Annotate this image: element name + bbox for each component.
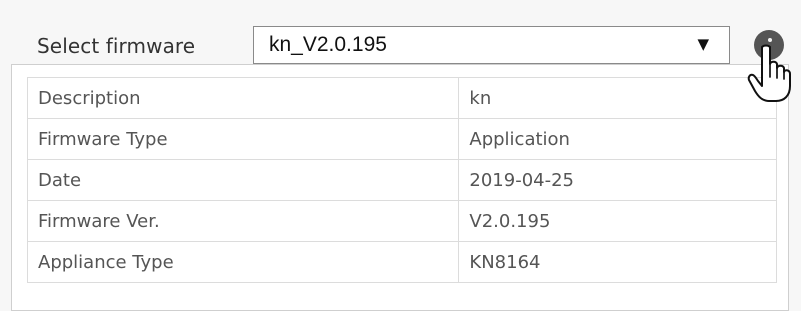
detail-value-date: 2019-04-25 (458, 159, 777, 201)
detail-value-firmware-type: Application (458, 118, 777, 160)
detail-value-appliance-type: KN8164 (458, 241, 777, 283)
info-icon[interactable] (754, 30, 784, 60)
detail-key-firmware-ver: Firmware Ver. (26, 200, 460, 242)
firmware-details-popup: Description kn Firmware Type Application… (11, 64, 789, 311)
detail-value-firmware-ver: V2.0.195 (458, 200, 777, 242)
detail-value-description: kn (458, 77, 777, 119)
detail-key-firmware-type: Firmware Type (26, 118, 460, 160)
firmware-details-table: Description kn Firmware Type Application… (26, 77, 777, 283)
detail-key-description: Description (26, 77, 460, 119)
table-row: Appliance Type KN8164 (26, 241, 777, 283)
firmware-select[interactable]: kn_V2.0.195 ▼ (253, 26, 730, 64)
table-row: Firmware Ver. V2.0.195 (26, 200, 777, 242)
detail-key-date: Date (26, 159, 460, 201)
table-row: Date 2019-04-25 (26, 159, 777, 201)
firmware-page: Select firmware kn_V2.0.195 ▼ Descriptio… (0, 0, 801, 311)
detail-key-appliance-type: Appliance Type (26, 241, 460, 283)
dropdown-arrow-icon: ▼ (697, 35, 709, 53)
table-row: Firmware Type Application (26, 118, 777, 160)
firmware-select-value: kn_V2.0.195 (269, 33, 387, 56)
select-firmware-label: Select firmware (37, 34, 196, 58)
firmware-selector-bar: Select firmware kn_V2.0.195 ▼ (0, 0, 801, 66)
table-row: Description kn (26, 77, 777, 119)
info-dot (768, 38, 772, 42)
